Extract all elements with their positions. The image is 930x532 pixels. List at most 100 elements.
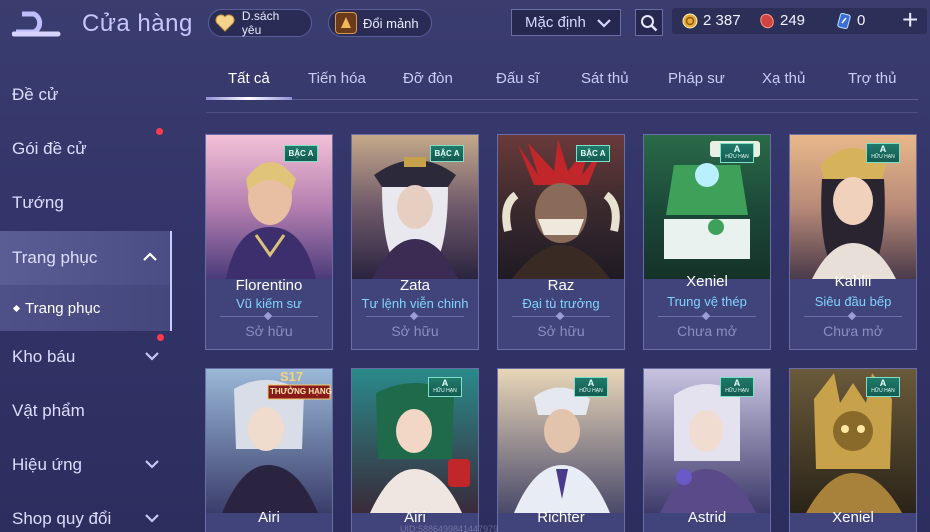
limited-label: HỮU HẠN	[871, 154, 895, 160]
exchange-label: Đổi mảnh	[363, 15, 419, 31]
tier-badge: BẬC A	[284, 145, 318, 162]
sidebar-item-label: Hiệu ứng	[12, 455, 82, 474]
hero-name: Xeniel	[832, 509, 874, 526]
tab-all[interactable]: Tất cả	[228, 70, 270, 87]
sidebar-item-effects[interactable]: Hiệu ứng	[0, 438, 172, 492]
tier-badge: A HỮU HẠN	[720, 377, 754, 397]
skin-card-airi-2[interactable]: A HỮU HẠN Airi	[351, 368, 479, 532]
sidebar-item-exchange-shop[interactable]: Shop quy đổi	[0, 492, 172, 532]
limited-label: HỮU HẠN	[433, 388, 457, 394]
sidebar-item-label: Shop quy đổi	[12, 509, 112, 528]
sort-label: Mặc định	[525, 14, 586, 31]
tab-support[interactable]: Trợ thủ	[848, 70, 896, 87]
hero-name: Raz	[547, 277, 575, 294]
season-label: S17	[280, 369, 304, 384]
skin-name: Đại tù trưởng	[522, 296, 600, 311]
sidebar-item-label: Vật phẩm	[12, 401, 85, 420]
sidebar-item-recommended-packs[interactable]: Gói đề cử	[0, 122, 172, 176]
sidebar-item-skins[interactable]: Trang phục	[0, 231, 172, 285]
tier-badge: A HỮU HẠN	[866, 143, 900, 163]
favorites-button[interactable]: D.sách yêu	[208, 9, 312, 37]
ownership-status: Sở hữu	[537, 323, 585, 339]
chevron-down-icon	[145, 514, 159, 523]
divider	[366, 316, 464, 317]
tier-badge: A HỮU HẠN	[866, 377, 900, 397]
uid-watermark: UID:5886499841447979	[400, 524, 499, 532]
exchange-fragments-button[interactable]: Đổi mảnh	[328, 9, 432, 37]
tier-letter: A	[879, 144, 887, 154]
gold-amount: 2 387	[703, 12, 741, 29]
notification-dot	[157, 334, 164, 341]
sort-dropdown[interactable]: Mặc định	[511, 9, 621, 36]
sidebar-item-label: Trang phục	[12, 248, 98, 267]
category-tabs: Tất cả Tiến hóa Đỡ đòn Đấu sĩ Sát thủ Ph…	[206, 62, 918, 100]
ownership-status: Sở hữu	[245, 323, 293, 339]
skin-card-richter[interactable]: A HỮU HẠN Richter	[497, 368, 625, 532]
top-bar: Cửa hàng D.sách yêu Đổi mảnh Mặc định 2 …	[0, 0, 930, 50]
hero-name: Astrid	[687, 509, 727, 526]
tab-evolution[interactable]: Tiến hóa	[308, 70, 366, 87]
skin-card-florentino[interactable]: BẬC A Florentino Vũ kiếm sư Sở hữu	[205, 134, 333, 350]
diamond-bullet-icon	[12, 304, 21, 312]
skin-card-xeniel-2[interactable]: A HỮU HẠN Xeniel	[789, 368, 917, 532]
skin-card-raz[interactable]: BẬC A Raz Đại tù trưởng Sở hữu	[497, 134, 625, 350]
divider	[804, 316, 902, 317]
sidebar-subitem-skins[interactable]: Trang phục	[0, 285, 172, 331]
voucher-currency: 0	[836, 12, 865, 29]
favorites-label: D.sách yêu	[241, 9, 280, 37]
back-button[interactable]	[11, 10, 64, 40]
tab-marksman[interactable]: Xạ thủ	[762, 70, 805, 87]
hero-name: Richter	[537, 509, 585, 526]
ownership-status: Sở hữu	[391, 323, 439, 339]
hero-name: Airi	[258, 509, 280, 526]
tier-letter: A	[587, 378, 595, 388]
skin-card-xeniel[interactable]: A HỮU HẠN Xeniel Trung vệ thép Chưa mở	[643, 134, 771, 350]
sidebar-item-label: Đề cử	[12, 85, 59, 104]
tab-assassin[interactable]: Sát thủ	[581, 70, 629, 87]
tier-letter: A	[733, 378, 741, 388]
rank-reward-label: THƯỞNG HẠNG	[270, 387, 332, 396]
back-arrow-icon	[11, 11, 61, 37]
tab-tank[interactable]: Đỡ đòn	[403, 70, 453, 87]
skin-card-zata[interactable]: BẬC A Zata Tư lệnh viễn chinh Sở hữu	[351, 134, 479, 350]
skin-name: Vũ kiếm sư	[236, 296, 302, 311]
skin-card-airi-1[interactable]: S17 THƯỞNG HẠNG Airi	[205, 368, 333, 532]
tab-fighter[interactable]: Đấu sĩ	[496, 70, 539, 87]
skin-name: Trung vệ thép	[667, 294, 747, 309]
tab-mage[interactable]: Pháp sư	[668, 70, 725, 87]
gold-currency: 2 387	[682, 12, 741, 29]
sidebar-item-heroes[interactable]: Tướng	[0, 176, 172, 230]
limited-label: HỮU HẠN	[725, 388, 749, 394]
chevron-down-icon	[145, 460, 159, 469]
search-button[interactable]	[635, 9, 663, 36]
limited-label: HỮU HẠN	[871, 388, 895, 394]
gold-coin-icon	[682, 13, 698, 28]
limited-label: HỮU HẠN	[725, 154, 749, 160]
sidebar-item-recommended[interactable]: Đề cử	[0, 68, 172, 122]
divider	[512, 316, 610, 317]
sidebar-item-items[interactable]: Vật phẩm	[0, 384, 172, 438]
sidebar-item-treasure[interactable]: Kho báu	[0, 330, 172, 384]
ownership-status: Chưa mở	[677, 323, 737, 339]
divider	[658, 316, 756, 317]
hero-name: Kahlii	[834, 273, 872, 290]
sidebar: Đề cử Gói đề cử Tướng Trang phục Trang p…	[0, 68, 172, 532]
skin-name: Tư lệnh viễn chinh	[361, 296, 469, 311]
page-title: Cửa hàng	[82, 10, 193, 37]
skin-name: Siêu đầu bếp	[814, 294, 892, 309]
divider	[220, 316, 318, 317]
search-icon	[641, 14, 658, 31]
sidebar-item-label: Kho báu	[12, 347, 76, 366]
tier-badge: A HỮU HẠN	[720, 143, 754, 163]
season-reward-badge: S17 THƯỞNG HẠNG	[266, 369, 332, 403]
skin-card-kahlii[interactable]: A HỮU HẠN Kahlii Siêu đầu bếp Chưa mở	[789, 134, 917, 350]
skin-card-astrid[interactable]: A HỮU HẠN Astrid	[643, 368, 771, 532]
ruby-amount: 249	[780, 12, 806, 29]
limited-label: HỮU HẠN	[579, 388, 603, 394]
fragment-icon	[335, 12, 357, 34]
voucher-icon	[837, 12, 851, 29]
heart-icon	[215, 12, 236, 34]
sidebar-item-label: Gói đề cử	[12, 139, 87, 158]
chevron-down-icon	[597, 19, 611, 28]
add-currency-button[interactable]: +	[902, 6, 918, 34]
